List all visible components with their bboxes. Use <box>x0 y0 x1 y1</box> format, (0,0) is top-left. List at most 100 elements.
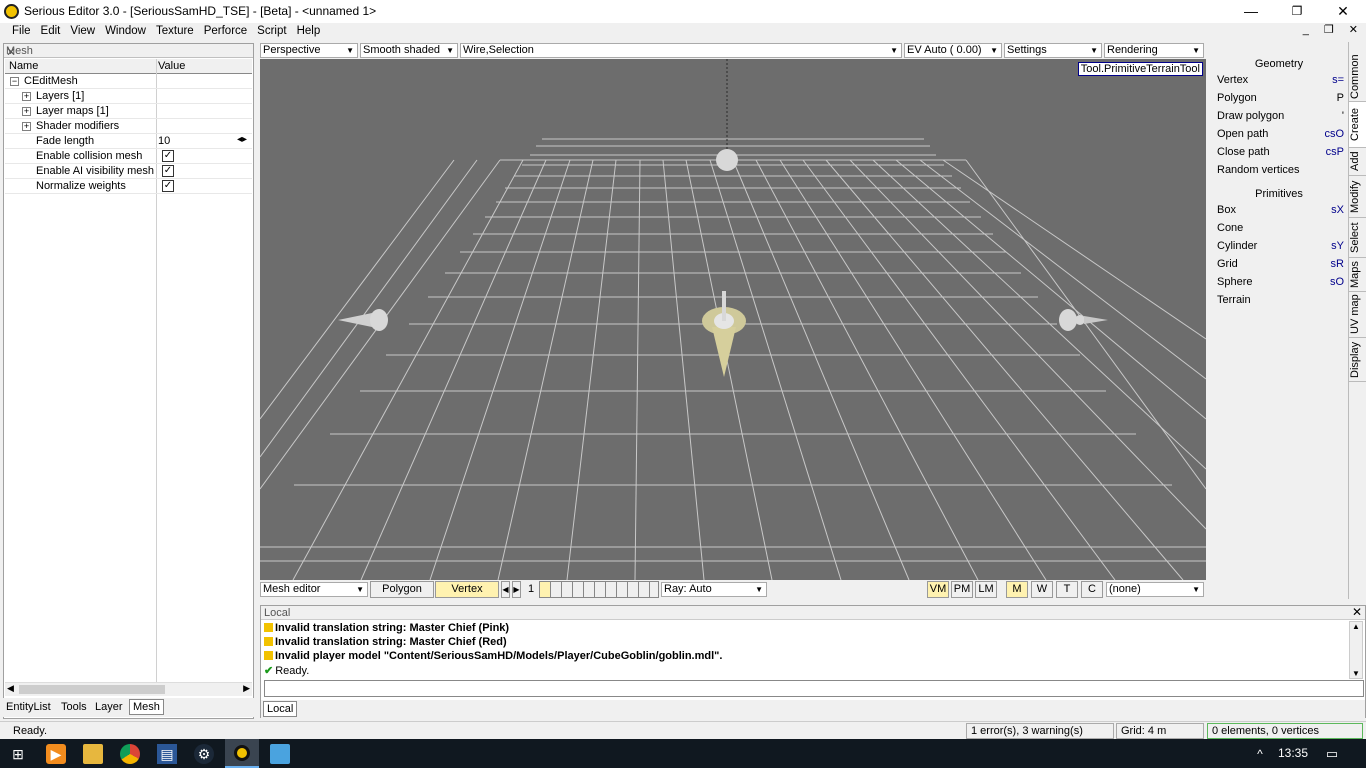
projection-dropdown[interactable]: Perspective <box>260 43 358 58</box>
error-count[interactable]: 1 error(s), 3 warning(s) <box>966 723 1114 739</box>
polygon-mode-button[interactable]: Polygon <box>370 581 434 598</box>
app-icon[interactable]: ▤ <box>157 744 177 764</box>
serious-editor-taskbar-icon[interactable] <box>225 739 259 768</box>
media-player-icon[interactable]: ▶ <box>46 744 66 764</box>
expand-icon[interactable]: + <box>22 122 31 131</box>
notification-icon[interactable]: ▭ <box>1322 744 1342 764</box>
settings-dropdown[interactable]: Settings <box>1004 43 1102 58</box>
minimize-button[interactable]: — <box>1228 0 1274 23</box>
fade-length-value[interactable]: 10 <box>158 135 170 147</box>
panel-close-icon[interactable]: ✕ <box>6 45 250 59</box>
scroll-down-icon[interactable]: ▼ <box>1352 669 1360 678</box>
scroll-right-icon[interactable]: ▶ <box>243 683 250 694</box>
tab-uv-map[interactable]: UV map <box>1349 292 1366 338</box>
restore-button[interactable]: ❐ <box>1274 0 1320 23</box>
next-layer-icon[interactable]: ▶ <box>512 581 521 598</box>
lm-toggle[interactable]: LM <box>975 581 997 598</box>
property-row[interactable]: Normalize weights ✓ <box>5 179 252 194</box>
m-toggle[interactable]: M <box>1006 581 1028 598</box>
spin-arrows-icon[interactable]: ◂▸ <box>237 134 247 145</box>
menu-script[interactable]: Script <box>252 23 291 37</box>
ray-dropdown[interactable]: Ray: Auto <box>661 582 767 597</box>
collision-mesh-checkbox[interactable]: ✓ <box>162 150 174 162</box>
tab-add[interactable]: Add <box>1349 148 1366 176</box>
property-row[interactable]: + Layers [1] <box>5 89 252 104</box>
property-row[interactable]: + Layer maps [1] <box>5 104 252 119</box>
tool-terrain[interactable]: Terrain <box>1217 294 1251 306</box>
tool-close-path[interactable]: Close path <box>1217 146 1270 158</box>
property-row[interactable]: Fade length 10 ◂▸ <box>5 134 252 149</box>
log-vertical-scrollbar[interactable]: ▲ ▼ <box>1349 621 1363 679</box>
w-toggle[interactable]: W <box>1031 581 1053 598</box>
scroll-thumb[interactable] <box>19 685 165 694</box>
overlay-dropdown[interactable]: Wire,Selection <box>460 43 902 58</box>
column-name-header[interactable]: Name <box>9 60 38 72</box>
3d-viewport[interactable]: Tool.PrimitiveTerrainTool <box>260 59 1206 580</box>
tool-box[interactable]: Box <box>1217 204 1236 216</box>
rendering-dropdown[interactable]: Rendering <box>1104 43 1204 58</box>
clock[interactable]: 13:35 <box>1278 746 1308 760</box>
menu-texture[interactable]: Texture <box>151 23 199 37</box>
t-toggle[interactable]: T <box>1056 581 1078 598</box>
file-explorer-icon[interactable] <box>83 744 103 764</box>
c-toggle[interactable]: C <box>1081 581 1103 598</box>
tool-cone[interactable]: Cone <box>1217 222 1243 234</box>
editor-mode-dropdown[interactable]: Mesh editor <box>260 582 368 597</box>
menu-view[interactable]: View <box>65 23 100 37</box>
tool-cylinder[interactable]: Cylinder <box>1217 240 1257 252</box>
tool-grid[interactable]: Grid <box>1217 258 1238 270</box>
horizontal-scrollbar[interactable]: ◀ ▶ <box>5 682 252 696</box>
vertex-mode-button[interactable]: Vertex <box>435 581 499 598</box>
tool-draw-polygon[interactable]: Draw polygon <box>1217 110 1284 122</box>
tab-modify[interactable]: Modify <box>1349 176 1366 218</box>
tab-display[interactable]: Display <box>1349 338 1366 382</box>
vm-toggle[interactable]: VM <box>927 581 949 598</box>
scroll-left-icon[interactable]: ◀ <box>7 683 14 694</box>
notepad-icon[interactable] <box>270 744 290 764</box>
menu-edit[interactable]: Edit <box>36 23 66 37</box>
mdi-window-controls[interactable]: _ ❐ ✕ <box>1303 23 1366 36</box>
property-row[interactable]: Enable collision mesh ✓ <box>5 149 252 164</box>
log-close-icon[interactable]: ✕ <box>1352 605 1362 619</box>
scroll-up-icon[interactable]: ▲ <box>1352 622 1360 631</box>
tool-vertex[interactable]: Vertex <box>1217 74 1248 86</box>
pm-toggle[interactable]: PM <box>951 581 973 598</box>
ai-visibility-checkbox[interactable]: ✓ <box>162 165 174 177</box>
prev-layer-icon[interactable]: ◀ <box>501 581 510 598</box>
property-row[interactable]: Enable AI visibility mesh ✓ <box>5 164 252 179</box>
tray-chevron-icon[interactable]: ^ <box>1250 744 1270 764</box>
collapse-icon[interactable]: − <box>10 77 19 86</box>
tab-create[interactable]: Create <box>1349 102 1366 148</box>
expand-icon[interactable]: + <box>22 92 31 101</box>
tool-polygon[interactable]: Polygon <box>1217 92 1257 104</box>
tab-tools[interactable]: Tools <box>61 701 87 713</box>
shading-dropdown[interactable]: Smooth shaded <box>360 43 458 58</box>
tab-local[interactable]: Local <box>263 701 298 717</box>
menu-file[interactable]: File <box>7 23 36 37</box>
tab-common[interactable]: Common <box>1349 52 1366 102</box>
menu-window[interactable]: Window <box>100 23 151 37</box>
expand-icon[interactable]: + <box>22 107 31 116</box>
property-row[interactable]: + Shader modifiers <box>5 119 252 134</box>
tab-maps[interactable]: Maps <box>1349 258 1366 292</box>
layer-slots[interactable] <box>539 581 659 598</box>
steam-icon[interactable]: ⚙ <box>194 744 214 764</box>
menu-perforce[interactable]: Perforce <box>199 23 252 37</box>
tab-mesh[interactable]: Mesh <box>129 699 164 715</box>
tool-random-vertices[interactable]: Random vertices <box>1217 164 1300 176</box>
close-button[interactable]: ✕ <box>1320 0 1366 23</box>
none-dropdown[interactable]: (none) <box>1106 582 1204 597</box>
console-input[interactable] <box>264 680 1364 697</box>
tab-entitylist[interactable]: EntityList <box>6 701 51 713</box>
chrome-icon[interactable] <box>120 744 140 764</box>
windows-start-icon[interactable]: ⊞ <box>8 744 28 764</box>
column-value-header[interactable]: Value <box>158 60 185 72</box>
tab-select[interactable]: Select <box>1349 218 1366 258</box>
tool-open-path[interactable]: Open path <box>1217 128 1268 140</box>
tab-layer[interactable]: Layer <box>95 701 123 713</box>
normalize-weights-checkbox[interactable]: ✓ <box>162 180 174 192</box>
menu-help[interactable]: Help <box>292 23 326 37</box>
exposure-dropdown[interactable]: EV Auto ( 0.00) <box>904 43 1002 58</box>
property-row[interactable]: − CEditMesh <box>5 74 252 89</box>
tool-sphere[interactable]: Sphere <box>1217 276 1252 288</box>
